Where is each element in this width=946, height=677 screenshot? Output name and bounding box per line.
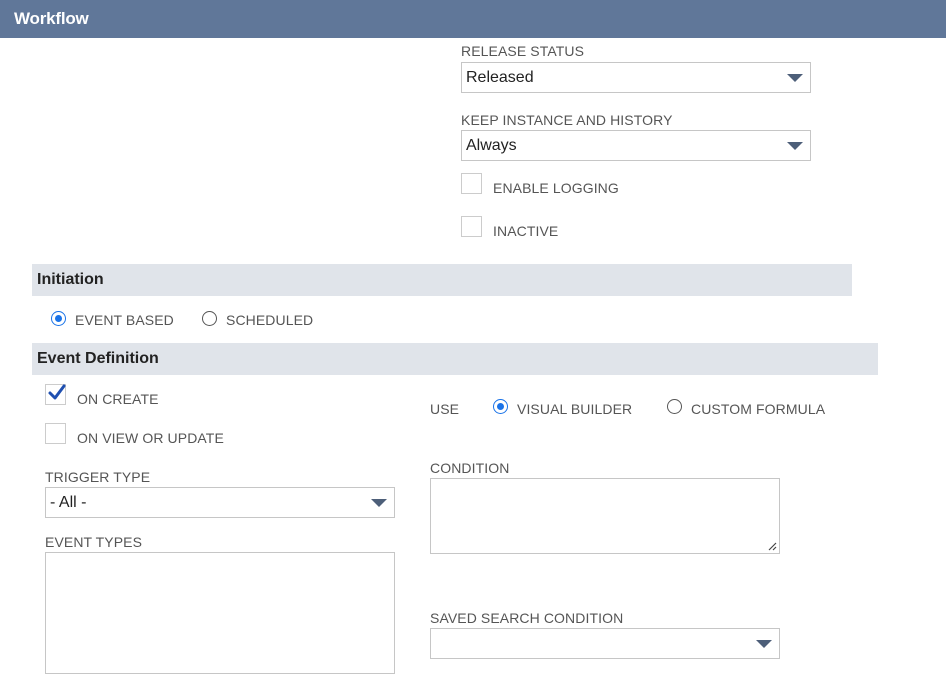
release-status-value: Released: [466, 69, 534, 86]
radio-selected-dot: [55, 315, 62, 322]
chevron-down-icon: [787, 142, 803, 150]
event-based-label: EVENT BASED: [75, 312, 174, 328]
checkmark-icon: [48, 384, 66, 400]
inactive-checkbox[interactable]: [461, 216, 482, 237]
event-definition-title: Event Definition: [37, 350, 159, 367]
saved-search-condition-label: SAVED SEARCH CONDITION: [430, 610, 624, 626]
event-definition-section-header: Event Definition: [32, 343, 878, 375]
scheduled-label: SCHEDULED: [226, 312, 314, 328]
keep-instance-label: KEEP INSTANCE AND HISTORY: [461, 112, 673, 128]
enable-logging-checkbox[interactable]: [461, 173, 482, 194]
chevron-down-icon: [787, 74, 803, 82]
trigger-type-label: TRIGGER TYPE: [45, 469, 151, 485]
custom-formula-radio[interactable]: [667, 399, 682, 414]
initiation-title: Initiation: [37, 271, 104, 288]
workflow-header-bar: Workflow: [0, 0, 946, 38]
initiation-section-header: Initiation: [32, 264, 852, 296]
radio-selected-dot: [497, 403, 504, 410]
release-status-label: RELEASE STATUS: [461, 43, 585, 59]
inactive-label: INACTIVE: [493, 223, 559, 239]
page-title: Workflow: [14, 9, 89, 28]
on-view-or-update-label: ON VIEW OR UPDATE: [77, 430, 224, 446]
event-based-radio[interactable]: [51, 311, 66, 326]
resize-handle-icon[interactable]: [768, 542, 777, 551]
enable-logging-label: ENABLE LOGGING: [493, 180, 619, 196]
visual-builder-label: VISUAL BUILDER: [517, 401, 633, 417]
chevron-down-icon: [371, 499, 387, 507]
trigger-type-select[interactable]: - All -: [45, 487, 395, 518]
saved-search-condition-select[interactable]: [430, 628, 780, 659]
on-create-checkbox[interactable]: [45, 384, 66, 405]
scheduled-radio[interactable]: [202, 311, 217, 326]
condition-label: CONDITION: [430, 460, 510, 476]
condition-textarea[interactable]: [430, 478, 780, 554]
on-create-label: ON CREATE: [77, 391, 159, 407]
event-types-listbox[interactable]: [45, 552, 395, 674]
trigger-type-value: - All -: [50, 494, 87, 511]
event-types-label: EVENT TYPES: [45, 534, 143, 550]
custom-formula-label: CUSTOM FORMULA: [691, 401, 826, 417]
visual-builder-radio[interactable]: [493, 399, 508, 414]
release-status-select[interactable]: Released: [461, 62, 811, 93]
use-label: USE: [430, 401, 460, 417]
chevron-down-icon: [756, 640, 772, 648]
on-view-or-update-checkbox[interactable]: [45, 423, 66, 444]
keep-instance-select[interactable]: Always: [461, 130, 811, 161]
keep-instance-value: Always: [466, 137, 517, 154]
